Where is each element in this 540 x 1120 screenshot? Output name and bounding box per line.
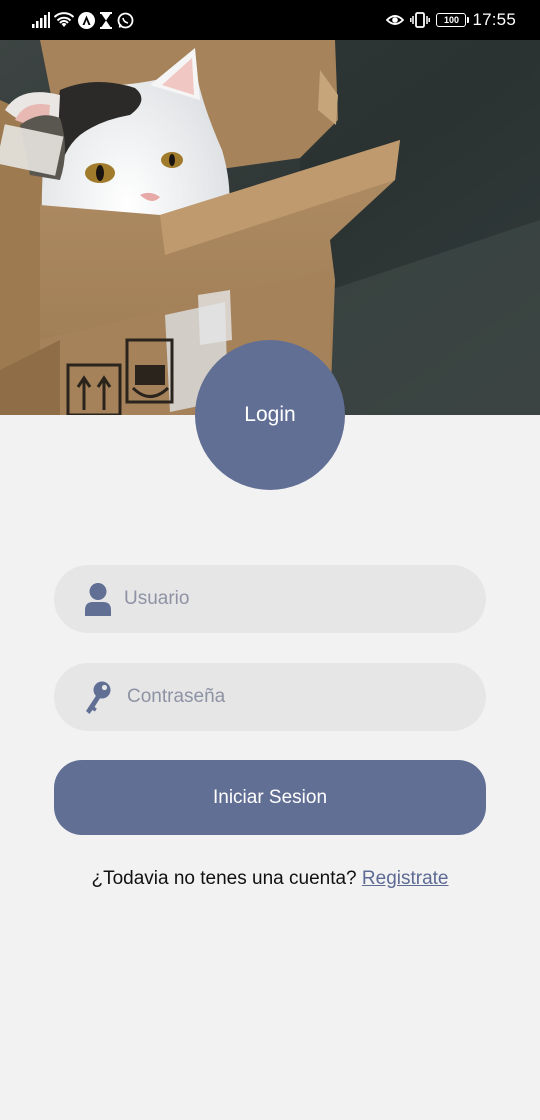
key-icon [86,681,111,714]
register-question: ¿Todavia no tenes una cuenta? [91,868,357,889]
status-left-icons [32,10,134,30]
user-icon [85,583,111,616]
username-input[interactable] [124,565,464,633]
wifi-icon [54,12,74,27]
hourglass-icon [100,11,112,29]
vpn-icon [78,11,95,29]
login-screen: 100 17:55 Login Usuario Iniciar Sesion ¿… [0,0,540,1120]
register-prompt: ¿Todavia no tenes una cuenta? Registrate [0,868,540,890]
login-button[interactable]: Iniciar Sesion [54,760,486,835]
status-right-icons: 100 17:55 [386,10,516,30]
page-title: Login [244,403,296,426]
vibrate-icon [410,12,431,28]
battery-icon: 100 [436,13,470,27]
password-field[interactable] [54,663,486,731]
whatsapp-icon [117,12,134,28]
status-time: 17:55 [472,10,516,29]
eye-icon [386,15,405,25]
password-input[interactable] [127,663,467,731]
register-link[interactable]: Registrate [362,868,449,889]
login-badge: Login [195,340,345,490]
username-field[interactable] [54,565,486,633]
signal-icon [32,12,50,28]
status-bar: 100 17:55 [0,0,540,40]
battery-level: 100 [443,14,459,25]
